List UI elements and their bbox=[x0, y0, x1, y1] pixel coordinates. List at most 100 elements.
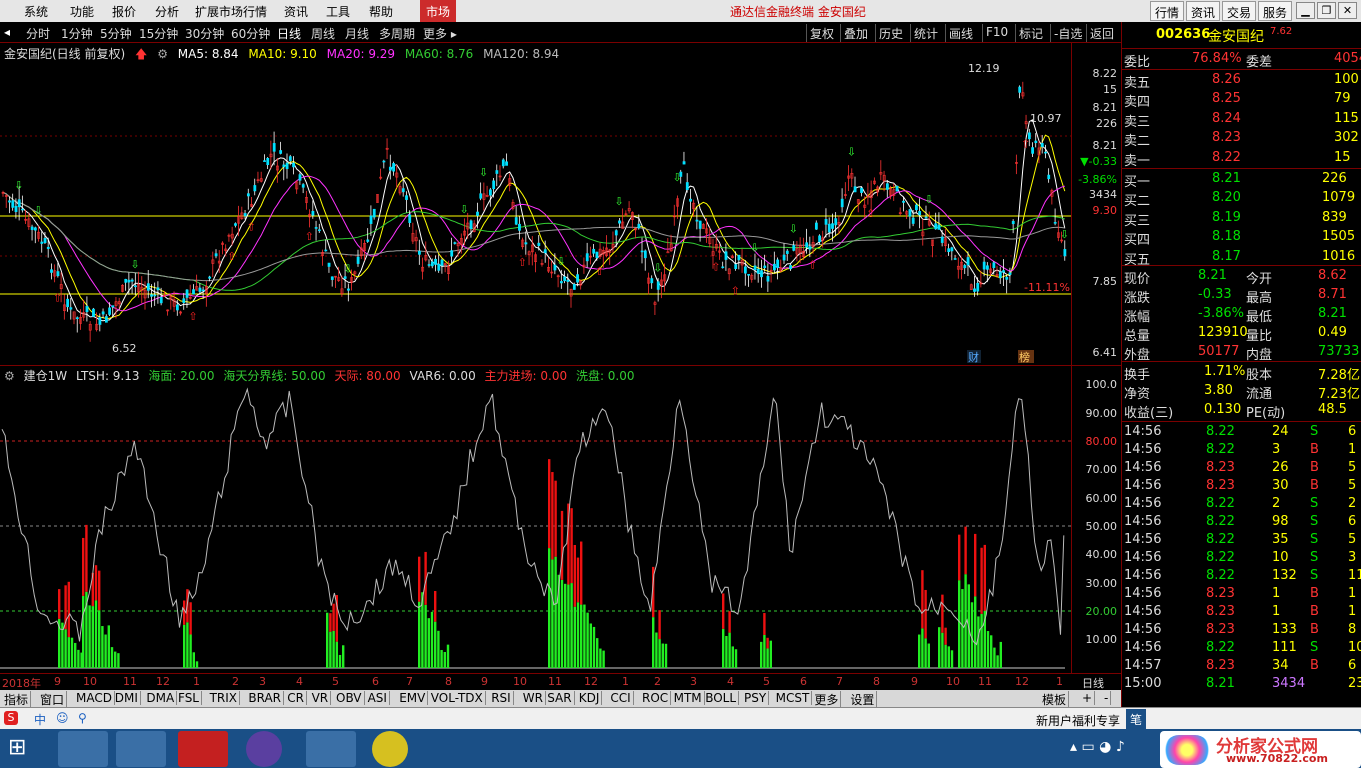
ind-tab[interactable]: ASI bbox=[366, 691, 390, 705]
ind-tab[interactable]: KDJ bbox=[577, 691, 603, 705]
btn-history[interactable]: 历史 bbox=[875, 24, 906, 42]
ind-tab-right[interactable]: + bbox=[1080, 691, 1096, 705]
ime-cn-icon[interactable]: 中 bbox=[34, 711, 46, 728]
pen-button[interactable]: 笔 bbox=[1126, 709, 1147, 730]
menu-help[interactable]: 帮助 bbox=[369, 3, 393, 20]
ind-tab[interactable]: PSY bbox=[742, 691, 770, 705]
ime-s-icon[interactable]: S bbox=[4, 711, 18, 725]
ind-tab[interactable]: 更多 bbox=[812, 691, 842, 708]
bid-row[interactable]: 买五 8.17 1016 bbox=[1122, 248, 1361, 268]
tab-intraday[interactable]: 分时 bbox=[26, 25, 50, 42]
ind-tab-right[interactable]: - bbox=[1102, 691, 1112, 705]
calculator-icon[interactable] bbox=[116, 731, 166, 767]
color-app-icon[interactable] bbox=[246, 731, 282, 767]
windows-start-icon[interactable]: ⊞ bbox=[8, 735, 36, 761]
menu-tools[interactable]: 工具 bbox=[326, 3, 350, 20]
ind-tab[interactable]: TRIX bbox=[208, 691, 241, 705]
ind-tab[interactable]: 窗口 bbox=[38, 691, 68, 708]
menu-function[interactable]: 功能 bbox=[70, 3, 94, 20]
stat-row[interactable]: 现价 8.21 今开 8.62 bbox=[1122, 267, 1361, 287]
settings-icon[interactable]: ⚙ bbox=[157, 47, 168, 61]
settings-icon[interactable]: ⚙ bbox=[4, 369, 15, 383]
tab-more[interactable]: 更多 ▸ bbox=[423, 25, 457, 42]
tab-arrow-icon[interactable]: ◂ bbox=[4, 25, 10, 39]
indicator-name[interactable]: 建仓1W bbox=[24, 369, 68, 383]
stat-row[interactable]: 总量 123910 量比 0.49 bbox=[1122, 324, 1361, 344]
tick-row[interactable]: 14:56 8.23 133 B 8 bbox=[1122, 621, 1361, 640]
ind-tab[interactable]: WR bbox=[521, 691, 546, 705]
tab-monthly[interactable]: 月线 bbox=[345, 25, 369, 42]
tick-row[interactable]: 14:56 8.23 26 B 5 bbox=[1122, 459, 1361, 478]
ind-tab[interactable]: EMV bbox=[397, 691, 429, 705]
tick-row[interactable]: 14:56 8.22 98 S 6 bbox=[1122, 513, 1361, 532]
menu-analysis[interactable]: 分析 bbox=[155, 3, 179, 20]
ask-row[interactable]: 卖三 8.24 115 bbox=[1122, 110, 1361, 130]
tick-row[interactable]: 14:56 8.23 1 B 1 bbox=[1122, 585, 1361, 604]
tab-1min[interactable]: 1分钟 bbox=[61, 25, 93, 42]
indicator-chart[interactable] bbox=[0, 382, 1071, 672]
ind-tab[interactable]: BOLL bbox=[703, 691, 740, 705]
btn-service[interactable]: 服务 bbox=[1258, 1, 1293, 21]
btn-adjust[interactable]: 复权 bbox=[806, 24, 837, 42]
ind-tab[interactable]: 设置 bbox=[848, 691, 878, 708]
tick-row[interactable]: 14:56 8.23 30 B 5 bbox=[1122, 477, 1361, 496]
ind-tab[interactable]: BRAR bbox=[246, 691, 285, 705]
tick-row[interactable]: 14:56 8.22 3 B 1 bbox=[1122, 441, 1361, 460]
tick-row[interactable]: 14:56 8.22 35 S 5 bbox=[1122, 531, 1361, 550]
ind-tab[interactable]: MACD bbox=[74, 691, 115, 705]
fund-row[interactable]: 净资 3.80 流通 7.23亿 bbox=[1122, 382, 1361, 402]
ind-tab-right[interactable]: 模板 bbox=[1040, 691, 1070, 708]
ime-search-icon[interactable]: ⚲ bbox=[78, 711, 87, 725]
bid-row[interactable]: 买四 8.18 1505 bbox=[1122, 228, 1361, 248]
stat-row[interactable]: 涨幅 -3.86% 最低 8.21 bbox=[1122, 305, 1361, 325]
tick-row[interactable]: 14:56 8.22 24 S 6 bbox=[1122, 423, 1361, 442]
menu-market[interactable]: 市场 bbox=[420, 0, 457, 22]
fund-row[interactable]: 换手 1.71% 股本 7.28亿 bbox=[1122, 363, 1361, 383]
candlestick-chart[interactable]: ⇩ ⇩ ⇧ ⇩ ⇧ ⇧ ⇧ ⇧ ⇩ ⇩ ⇩ ⇧ ⇩ ⇧ ⇩ ⇩ ⇩ ⇧ ⇧ ⇩ ⇩ ⇧ ⇩ ⇧ ⇩ ⇧ ⇩ 12.19 6.52 1… bbox=[0, 60, 1071, 365]
tab-multi-period[interactable]: 多周期 bbox=[379, 25, 415, 42]
btn-draw[interactable]: 画线 bbox=[945, 24, 976, 42]
tab-30min[interactable]: 30分钟 bbox=[185, 25, 224, 42]
ind-tab[interactable]: MTM bbox=[672, 691, 705, 705]
bid-row[interactable]: 买一 8.21 226 bbox=[1122, 170, 1361, 190]
tab-5min[interactable]: 5分钟 bbox=[100, 25, 132, 42]
tick-row[interactable]: 14:56 8.22 10 S 3 bbox=[1122, 549, 1361, 568]
qq-music-icon[interactable] bbox=[372, 731, 408, 767]
ind-tab[interactable]: OBV bbox=[334, 691, 365, 705]
btn-trade[interactable]: 交易 bbox=[1222, 1, 1257, 21]
ind-tab[interactable]: CR bbox=[285, 691, 307, 705]
ask-row[interactable]: 卖四 8.25 79 bbox=[1122, 90, 1361, 110]
stat-row[interactable]: 涨跌 -0.33 最高 8.71 bbox=[1122, 286, 1361, 306]
btn-watchlist[interactable]: -自选 bbox=[1050, 24, 1085, 42]
tick-row[interactable]: 14:56 8.22 132 S 11 bbox=[1122, 567, 1361, 586]
tab-60min[interactable]: 60分钟 bbox=[231, 25, 270, 42]
ind-tab[interactable]: RSI bbox=[489, 691, 514, 705]
tab-weekly[interactable]: 周线 bbox=[311, 25, 335, 42]
menu-quote[interactable]: 报价 bbox=[112, 3, 136, 20]
tray-icons[interactable]: ▴ ▭ ◕ ♪ bbox=[1070, 739, 1125, 755]
btn-stats[interactable]: 统计 bbox=[910, 24, 941, 42]
restore-icon[interactable]: ❐ bbox=[1317, 2, 1336, 19]
ind-tab[interactable]: CCI bbox=[608, 691, 634, 705]
ask-row[interactable]: 卖五 8.26 100 bbox=[1122, 71, 1361, 91]
ask-row[interactable]: 卖二 8.23 302 bbox=[1122, 129, 1361, 149]
ind-tab[interactable]: DMA bbox=[144, 691, 178, 705]
fund-row[interactable]: 收益(三) 0.130 PE(动) 48.5 bbox=[1122, 401, 1361, 421]
tick-row[interactable]: 14:56 8.22 111 S 10 bbox=[1122, 639, 1361, 658]
tab-15min[interactable]: 15分钟 bbox=[139, 25, 178, 42]
ind-tab[interactable]: FSL bbox=[176, 691, 202, 705]
btn-mark[interactable]: 标记 bbox=[1015, 24, 1046, 42]
file-explorer-icon[interactable] bbox=[58, 731, 108, 767]
ind-tab[interactable]: 指标 bbox=[2, 691, 32, 708]
menu-ext-market[interactable]: 扩展市场行情 bbox=[195, 3, 267, 20]
tick-row[interactable]: 15:00 8.21 3434 232 bbox=[1122, 675, 1361, 694]
tick-row[interactable]: 14:56 8.22 2 S 2 bbox=[1122, 495, 1361, 514]
btn-f10[interactable]: F10 bbox=[982, 24, 1011, 42]
bid-row[interactable]: 买二 8.20 1079 bbox=[1122, 189, 1361, 209]
btn-back[interactable]: 返回 bbox=[1086, 24, 1117, 42]
btn-info[interactable]: 资讯 bbox=[1186, 1, 1221, 21]
btn-quote[interactable]: 行情 bbox=[1150, 1, 1185, 21]
ind-tab[interactable]: DMI bbox=[113, 691, 141, 705]
btn-overlay[interactable]: 叠加 bbox=[840, 24, 871, 42]
menu-system[interactable]: 系统 bbox=[24, 3, 48, 20]
